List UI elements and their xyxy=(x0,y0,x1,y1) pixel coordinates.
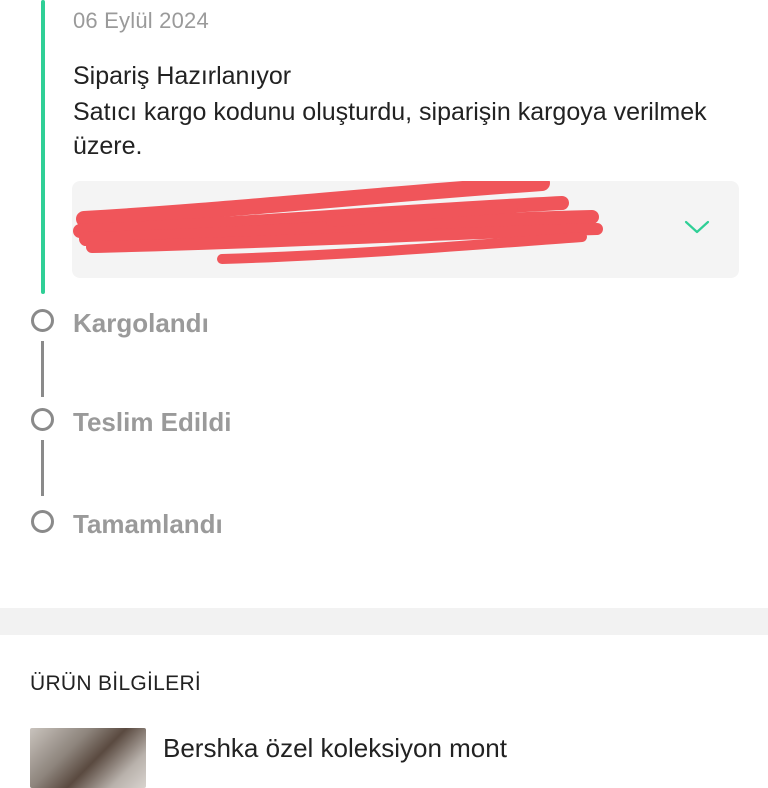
step-label-teslim-edildi: Teslim Edildi xyxy=(73,407,232,437)
product-name[interactable]: Bershka özel koleksiyon mont xyxy=(163,733,507,764)
step-dot-kargolandi xyxy=(31,309,54,332)
section-divider xyxy=(0,608,768,635)
timeline-active-line xyxy=(41,0,45,294)
step-connector xyxy=(41,440,44,496)
step-dot-teslim-edildi xyxy=(31,408,54,431)
order-timeline: 06 Eylül 2024 Sipariş Hazırlanıyor Satıc… xyxy=(0,0,768,608)
chevron-down-icon[interactable] xyxy=(684,219,710,235)
status-date: 06 Eylül 2024 xyxy=(73,8,209,33)
product-image[interactable] xyxy=(30,728,146,788)
step-connector xyxy=(41,341,44,397)
step-dot-tamamlandi xyxy=(31,510,54,533)
status-title: Sipariş Hazırlanıyor xyxy=(73,62,292,90)
redaction-scribble xyxy=(73,181,603,264)
step-label-kargolandi: Kargolandı xyxy=(73,308,209,338)
product-section-title: ÜRÜN BİLGİLERİ xyxy=(30,672,202,695)
status-description: Satıcı kargo kodunu oluşturdu, siparişin… xyxy=(73,98,707,160)
step-label-tamamlandi: Tamamlandı xyxy=(73,509,223,539)
tracking-info-card[interactable]: (Mo xyxy=(72,181,739,278)
